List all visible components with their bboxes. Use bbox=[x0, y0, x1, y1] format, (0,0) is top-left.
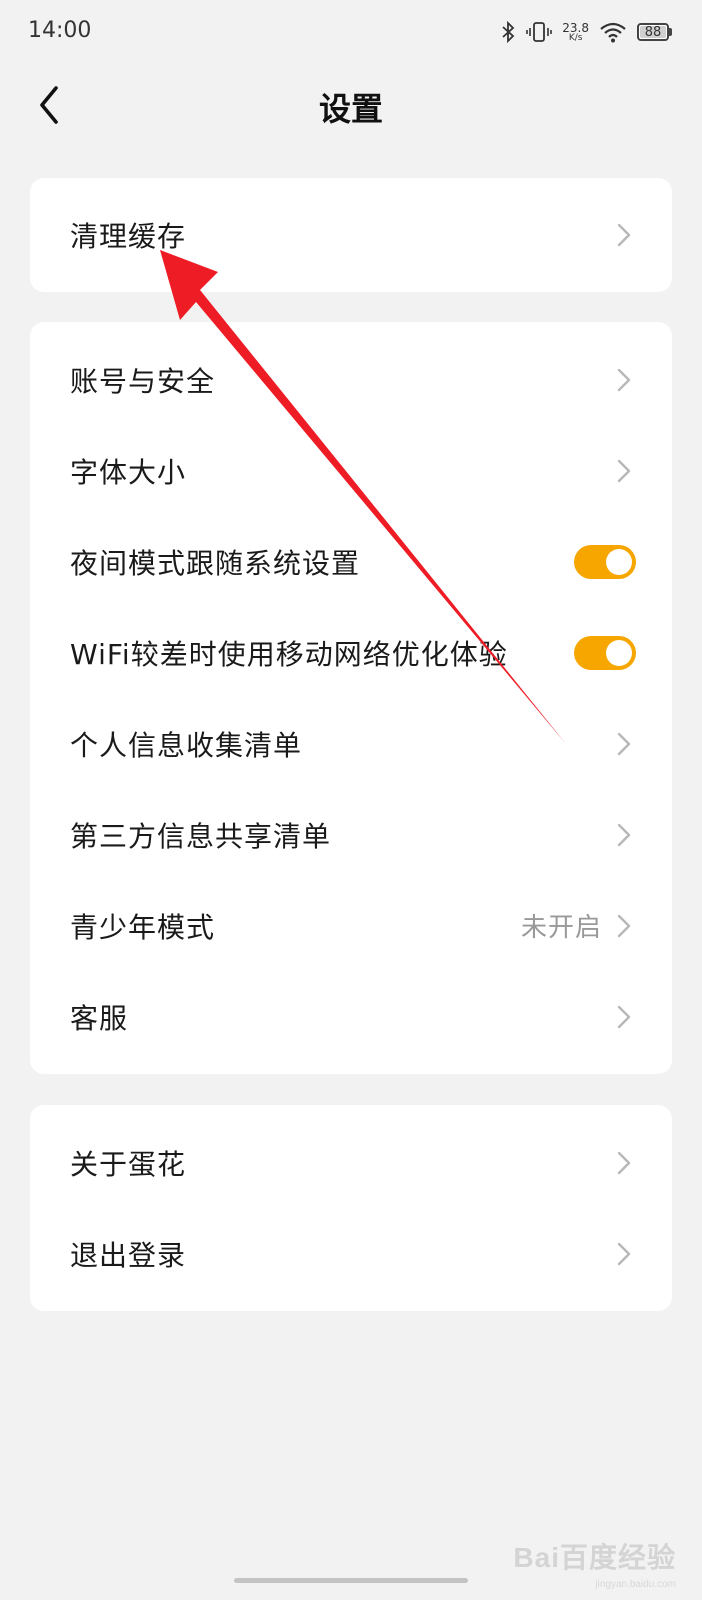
settings-card-main: 账号与安全 字体大小 夜间模式跟随系统设置 WiFi较差时使用移动网络优化体验 … bbox=[30, 322, 672, 1074]
customer-service-label: 客服 bbox=[70, 1001, 129, 1035]
chevron-right-icon bbox=[617, 459, 631, 482]
chevron-right-icon bbox=[617, 1151, 631, 1174]
watermark-logo-text: Bai百度经验 bbox=[513, 1542, 676, 1573]
night-mode-row: 夜间模式跟随系统设置 bbox=[30, 516, 672, 607]
toggle-knob bbox=[606, 548, 632, 575]
status-time: 14:00 bbox=[28, 18, 92, 43]
font-size-row[interactable]: 字体大小 bbox=[30, 425, 672, 516]
wifi-optimize-toggle[interactable] bbox=[574, 635, 636, 670]
about-label: 关于蛋花 bbox=[70, 1147, 187, 1181]
clear-cache-row[interactable]: 清理缓存 bbox=[30, 178, 672, 292]
chevron-right-icon bbox=[617, 914, 631, 937]
clear-cache-label: 清理缓存 bbox=[70, 220, 187, 253]
battery-icon: 88 bbox=[637, 23, 672, 41]
vibrate-icon bbox=[526, 22, 553, 42]
personal-info-label: 个人信息收集清单 bbox=[70, 728, 303, 762]
account-security-label: 账号与安全 bbox=[70, 364, 216, 398]
toggle-knob bbox=[606, 639, 632, 666]
status-bar: 14:00 23.8 K/s 88 bbox=[0, 0, 702, 62]
settings-card-cache: 清理缓存 bbox=[30, 178, 672, 292]
chevron-right-icon bbox=[617, 1005, 631, 1028]
logout-label: 退出登录 bbox=[70, 1238, 187, 1272]
settings-card-about: 关于蛋花 退出登录 bbox=[30, 1105, 672, 1311]
chevron-right-icon bbox=[617, 823, 631, 846]
status-icons: 23.8 K/s 88 bbox=[500, 16, 672, 48]
chevron-right-icon bbox=[617, 732, 631, 755]
logout-row[interactable]: 退出登录 bbox=[30, 1208, 672, 1299]
personal-info-row[interactable]: 个人信息收集清单 bbox=[30, 698, 672, 789]
baidu-watermark: Bai百度经验 jingyan.baidu.com bbox=[513, 1536, 676, 1590]
network-speed-value: 23.8 bbox=[562, 20, 589, 35]
network-speed-unit: K/s bbox=[568, 32, 583, 43]
account-security-row[interactable]: 账号与安全 bbox=[30, 334, 672, 425]
battery-level: 88 bbox=[640, 25, 666, 40]
wifi-icon bbox=[600, 22, 626, 43]
chevron-right-icon bbox=[617, 1242, 631, 1265]
teen-mode-row[interactable]: 青少年模式 未开启 bbox=[30, 880, 672, 971]
watermark-url: jingyan.baidu.com bbox=[595, 1579, 676, 1590]
wifi-optimize-row: WiFi较差时使用移动网络优化体验 bbox=[30, 607, 672, 698]
night-mode-label: 夜间模式跟随系统设置 bbox=[70, 546, 361, 580]
about-row[interactable]: 关于蛋花 bbox=[30, 1117, 672, 1208]
home-indicator[interactable] bbox=[234, 1578, 468, 1583]
third-party-label: 第三方信息共享清单 bbox=[70, 819, 332, 853]
font-size-label: 字体大小 bbox=[70, 455, 187, 489]
page-title: 设置 bbox=[318, 90, 383, 128]
night-mode-toggle[interactable] bbox=[574, 544, 636, 579]
teen-mode-status: 未开启 bbox=[520, 913, 602, 943]
teen-mode-label: 青少年模式 bbox=[70, 910, 216, 944]
network-speed: 23.8 K/s bbox=[562, 22, 589, 43]
wifi-optimize-label: WiFi较差时使用移动网络优化体验 bbox=[70, 637, 508, 671]
bluetooth-icon bbox=[502, 20, 515, 44]
customer-service-row[interactable]: 客服 bbox=[30, 971, 672, 1062]
third-party-row[interactable]: 第三方信息共享清单 bbox=[30, 789, 672, 880]
chevron-right-icon bbox=[617, 223, 631, 247]
chevron-right-icon bbox=[617, 368, 631, 391]
nav-bar: 设置 bbox=[0, 62, 702, 150]
